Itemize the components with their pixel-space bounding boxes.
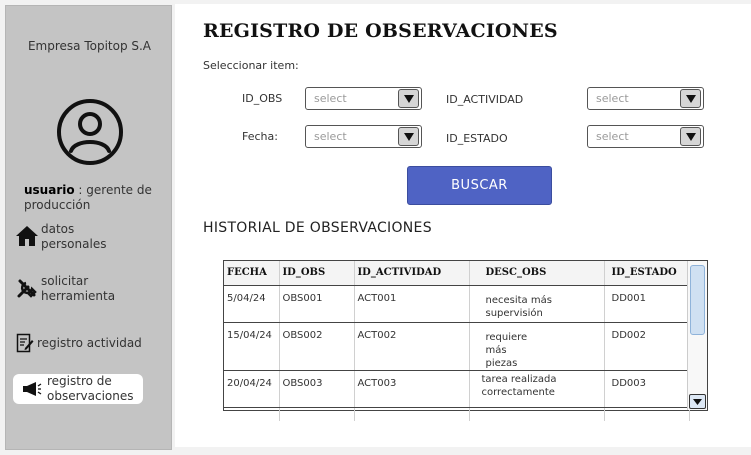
user-info: usuario : gerente de producción xyxy=(24,183,174,213)
sidebar-item-label: registro de observaciones xyxy=(47,374,134,403)
fecha-placeholder: select xyxy=(314,130,347,143)
column-header: ID_ESTADO xyxy=(604,261,690,286)
megaphone-icon xyxy=(17,375,47,403)
scrollbar-thumb[interactable] xyxy=(690,265,705,335)
sidebar-item-label: registro actividad xyxy=(37,335,142,350)
fecha-label: Fecha: xyxy=(242,130,278,143)
id-obs-select[interactable]: select xyxy=(305,87,422,110)
chevron-down-icon[interactable] xyxy=(398,89,419,108)
id-estado-placeholder: select xyxy=(596,130,629,143)
table-row[interactable]: 20/04/24 OBS003 ACT003 tarea realizada c… xyxy=(224,370,690,408)
column-header: DESC_OBS xyxy=(469,261,605,286)
chevron-down-icon[interactable] xyxy=(680,127,701,146)
table-header-row: FECHA ID_OBS ID_ACTIVIDAD DESC_OBS ID_ES… xyxy=(224,261,690,286)
table-cell: necesita más supervisión xyxy=(469,285,605,323)
chevron-down-icon[interactable] xyxy=(398,127,419,146)
table-scrollbar[interactable] xyxy=(687,261,707,410)
sidebar-item-label: solicitar herramienta xyxy=(41,274,116,303)
id-actividad-select[interactable]: select xyxy=(587,87,704,110)
table-row[interactable]: 5/04/24 OBS001 ACT001 necesita más super… xyxy=(224,285,690,323)
table-cell: DD001 xyxy=(604,285,690,323)
column-header: ID_ACTIVIDAD xyxy=(354,261,470,286)
table-cell: OBS001 xyxy=(279,285,355,323)
id-actividad-label: ID_ACTIVIDAD xyxy=(446,93,524,106)
id-obs-placeholder: select xyxy=(314,92,347,105)
edit-document-icon xyxy=(13,329,37,357)
scroll-down-icon[interactable] xyxy=(689,394,706,409)
table-cell: OBS002 xyxy=(279,322,355,371)
main-panel: REGISTRO DE OBSERVACIONES Seleccionar it… xyxy=(175,4,751,447)
table-cell: tarea realizada correctamente xyxy=(469,370,605,408)
id-estado-select[interactable]: select xyxy=(587,125,704,148)
table-cell: OBS003 xyxy=(279,370,355,408)
sidebar-item-label: datos personales xyxy=(41,222,107,251)
sidebar-item-registro-observaciones[interactable]: registro de observaciones xyxy=(13,374,143,404)
history-title: HISTORIAL DE OBSERVACIONES xyxy=(203,220,432,236)
user-avatar-icon xyxy=(55,97,125,167)
table-row[interactable]: 15/04/24 OBS002 ACT002 requiere más piez… xyxy=(224,322,690,371)
table-cell: 5/04/24 xyxy=(224,285,280,323)
chevron-down-icon[interactable] xyxy=(680,89,701,108)
id-obs-label: ID_OBS xyxy=(242,92,283,105)
table-cell: requiere más piezas xyxy=(469,322,605,371)
id-estado-label: ID_ESTADO xyxy=(446,132,508,145)
page-title: REGISTRO DE OBSERVACIONES xyxy=(203,20,558,42)
fecha-select[interactable]: select xyxy=(305,125,422,148)
table-cell: 15/04/24 xyxy=(224,322,280,371)
table-cell: DD003 xyxy=(604,370,690,408)
column-header: FECHA xyxy=(224,261,280,286)
table-row xyxy=(224,407,690,421)
sidebar-item-solicitar-herramienta[interactable]: solicitar herramienta xyxy=(13,274,126,304)
table-cell: ACT003 xyxy=(354,370,470,408)
id-actividad-placeholder: select xyxy=(596,92,629,105)
search-button[interactable]: BUSCAR xyxy=(407,166,552,205)
table-cell: 20/04/24 xyxy=(224,370,280,408)
column-header: ID_OBS xyxy=(279,261,355,286)
table-cell: ACT002 xyxy=(354,322,470,371)
table-cell: DD002 xyxy=(604,322,690,371)
table-cell: ACT001 xyxy=(354,285,470,323)
sidebar-item-datos-personales[interactable]: datos personales xyxy=(13,222,121,252)
company-name: Empresa Topitop S.A xyxy=(27,39,152,53)
home-icon xyxy=(13,222,41,250)
sidebar-item-registro-actividad[interactable]: registro actividad xyxy=(13,329,142,357)
sidebar: Empresa Topitop S.A usuario : gerente de… xyxy=(5,5,172,450)
select-item-label: Seleccionar item: xyxy=(203,59,299,72)
observations-table: FECHA ID_OBS ID_ACTIVIDAD DESC_OBS ID_ES… xyxy=(223,260,708,421)
user-label: usuario xyxy=(24,183,75,197)
tools-icon xyxy=(13,274,41,302)
